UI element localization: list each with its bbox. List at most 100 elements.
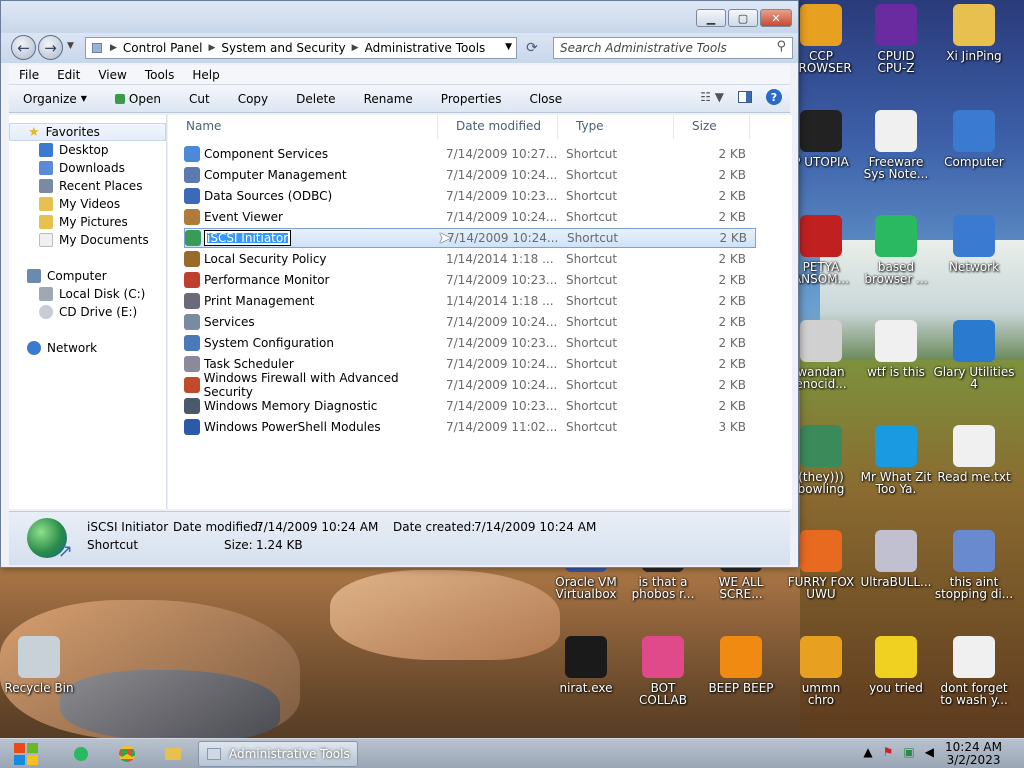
table-row[interactable]: Data Sources (ODBC) 7/14/2009 10:23... Sho… — [184, 186, 756, 206]
tray-expand-icon[interactable]: ▲ — [863, 745, 872, 759]
minimize-button[interactable]: ▁ — [696, 9, 726, 27]
address-dropdown-icon[interactable]: ▼ — [505, 42, 512, 52]
nav-favorites[interactable]: ★ Favorites — [9, 123, 166, 141]
recent-pages-dropdown[interactable]: ▼ — [67, 41, 74, 51]
breadcrumb-separator: ▶ — [351, 43, 359, 53]
menu-view[interactable]: View — [98, 68, 126, 82]
desktop-shortcut[interactable]: Glary Utilities 4 — [933, 320, 1015, 390]
nav-recent-places[interactable]: Recent Places — [9, 177, 166, 195]
windows-logo-icon — [27, 755, 38, 765]
nav-my-documents[interactable]: My Documents — [9, 231, 166, 249]
rename-button[interactable]: Rename — [350, 92, 427, 106]
table-row[interactable]: System Configuration 7/14/2009 10:23... Sh… — [184, 333, 756, 353]
nav-network[interactable]: Network — [9, 339, 166, 357]
desktop-shortcut[interactable]: Network — [933, 215, 1015, 273]
nav-local-disk[interactable]: Local Disk (C:) — [9, 285, 166, 303]
flag-icon[interactable]: ⚑ — [883, 745, 894, 759]
breadcrumb-admin-tools[interactable]: Administrative Tools — [365, 41, 486, 55]
rename-input[interactable]: iSCSI Initiator — [203, 230, 292, 246]
search-icon[interactable]: ⚲ — [776, 39, 786, 54]
desktop-shortcut[interactable]: this aint stopping di... — [933, 530, 1015, 600]
table-row[interactable]: Windows Firewall with Advanced Security 7… — [184, 371, 756, 399]
search-input[interactable]: Search Administrative Tools ⚲ — [553, 37, 793, 59]
menu-edit[interactable]: Edit — [57, 68, 80, 82]
taskbar-pinned-explorer[interactable] — [162, 743, 184, 765]
volume-icon[interactable]: ◀ — [925, 745, 934, 759]
file-name: Local Security Policy — [204, 252, 327, 266]
title-bar[interactable]: ▁ ▢ ✕ — [1, 1, 798, 35]
nav-my-videos[interactable]: My Videos — [9, 195, 166, 213]
desktop-shortcut[interactable]: you tried — [855, 636, 937, 694]
close-button[interactable]: Close — [515, 92, 576, 106]
properties-button[interactable]: Properties — [427, 92, 516, 106]
address-bar[interactable]: ▶ Control Panel ▶ System and Security ▶ … — [85, 37, 517, 59]
table-row[interactable]: Computer Management 7/14/2009 10:24... Sho… — [184, 165, 756, 185]
table-row[interactable]: iSCSI Initiator 7/14/2009 10:24... Shortcu… — [184, 228, 756, 248]
table-row[interactable]: Windows Memory Diagnostic 7/14/2009 10:23… — [184, 396, 756, 416]
copy-button[interactable]: Copy — [224, 92, 282, 106]
help-icon[interactable]: ? — [766, 89, 782, 105]
skull-icon — [565, 636, 607, 678]
desktop-shortcut[interactable]: based browser ... — [855, 215, 937, 285]
maximize-button[interactable]: ▢ — [728, 9, 758, 27]
breadcrumb-system-security[interactable]: System and Security — [221, 41, 345, 55]
taskbar-task-admin-tools[interactable]: Administrative Tools — [198, 741, 358, 767]
gear-icon — [184, 146, 200, 162]
open-button[interactable]: Open — [101, 92, 175, 106]
taskbar-pinned-chat[interactable] — [70, 743, 92, 765]
table-row[interactable]: Event Viewer 7/14/2009 10:24... Shortcut 2 … — [184, 207, 756, 227]
nav-desktop[interactable]: Desktop — [9, 141, 166, 159]
column-header-size[interactable]: Size — [674, 115, 750, 139]
desktop-shortcut[interactable]: Mr What Zit Too Ya. — [855, 425, 937, 495]
preview-pane-icon[interactable] — [738, 91, 752, 103]
menu-file[interactable]: File — [19, 68, 39, 82]
table-row[interactable]: Component Services 7/14/2009 10:27... Shor… — [184, 144, 756, 164]
column-header-date[interactable]: Date modified — [438, 115, 558, 139]
start-button[interactable] — [8, 741, 44, 767]
nav-downloads[interactable]: Downloads — [9, 159, 166, 177]
table-row[interactable]: Windows PowerShell Modules 7/14/2009 11:0… — [184, 417, 756, 437]
close-window-button[interactable]: ✕ — [760, 9, 792, 27]
table-row[interactable]: Print Management 1/14/2014 1:18 ... Shortc… — [184, 291, 756, 311]
desktop-wallpaper-rock — [60, 670, 280, 740]
explorer-window[interactable]: ▁ ▢ ✕ ← → ▼ ▶ Control Panel ▶ System and… — [0, 0, 799, 568]
desktop-shortcut[interactable]: Xi JinPing — [933, 4, 1015, 62]
cut-button[interactable]: Cut — [175, 92, 224, 106]
nav-my-pictures[interactable]: My Pictures — [9, 213, 166, 231]
forward-button[interactable]: → — [38, 35, 63, 60]
back-button[interactable]: ← — [11, 35, 36, 60]
desktop-shortcut[interactable]: CPUID CPU-Z — [855, 4, 937, 74]
desktop-shortcut[interactable]: dont forget to wash y... — [933, 636, 1015, 706]
desktop-shortcut[interactable]: ummn chro — [780, 636, 862, 706]
menu-help[interactable]: Help — [192, 68, 219, 82]
refresh-button[interactable]: ⟳ — [521, 37, 543, 59]
delete-button[interactable]: Delete — [282, 92, 349, 106]
breadcrumb-control-panel[interactable]: Control Panel — [123, 41, 203, 55]
file-date: 7/14/2009 10:23... — [446, 273, 558, 287]
file-list[interactable]: Name Date modified Type Size Component S… — [168, 115, 792, 509]
desktop-shortcut[interactable]: BEEP BEEP — [700, 636, 782, 694]
network-tray-icon[interactable]: ▣ — [903, 745, 914, 759]
clock[interactable]: 10:24 AM 3/2/2023 — [945, 741, 1002, 767]
table-row[interactable]: Performance Monitor 7/14/2009 10:23... Sho… — [184, 270, 756, 290]
desktop-shortcut[interactable]: BOT COLLAB — [622, 636, 704, 706]
desktop-shortcut[interactable]: nirat.exe — [545, 636, 627, 694]
task-label: Administrative Tools — [229, 747, 350, 761]
desktop-icon — [39, 143, 53, 157]
organize-button[interactable]: Organize ▼ — [9, 92, 101, 106]
table-row[interactable]: Services 7/14/2009 10:24... Shortcut 2 KB — [184, 312, 756, 332]
nav-cd-drive[interactable]: CD Drive (E:) — [9, 303, 166, 321]
desktop-shortcut[interactable]: wtf is this — [855, 320, 937, 378]
menu-tools[interactable]: Tools — [145, 68, 175, 82]
desktop-shortcut[interactable]: Read me.txt — [933, 425, 1015, 483]
nav-computer[interactable]: Computer — [9, 267, 166, 285]
view-options-icon[interactable]: ☷ ▼ — [700, 90, 724, 104]
column-header-name[interactable]: Name — [168, 115, 438, 139]
column-header-type[interactable]: Type — [558, 115, 674, 139]
desktop-shortcut[interactable]: Computer — [933, 110, 1015, 168]
desktop-shortcut[interactable]: UltraBULL... — [855, 530, 937, 588]
desktop-shortcut[interactable]: Recycle Bin — [0, 636, 80, 694]
desktop-shortcut[interactable]: Freeware Sys Note... — [855, 110, 937, 180]
table-row[interactable]: Local Security Policy 1/14/2014 1:18 ... S… — [184, 249, 756, 269]
taskbar-pinned-chrome[interactable] — [116, 743, 138, 765]
